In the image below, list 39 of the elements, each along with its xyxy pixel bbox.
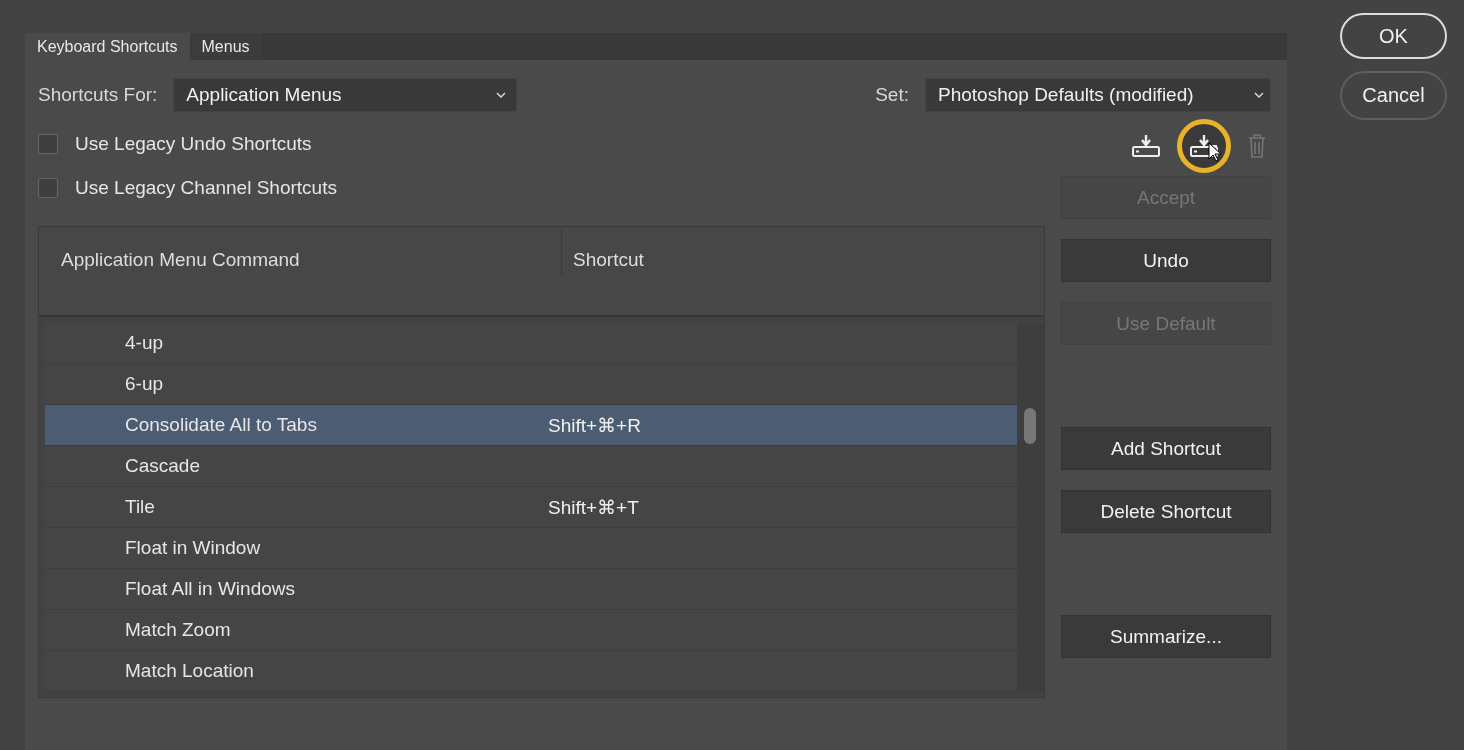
command-cell-text: Float All in Windows [124,578,296,600]
checkbox[interactable] [38,178,58,198]
command-cell-text: Match Location [124,660,255,682]
command-cell-text: Cascade [124,455,201,477]
shortcut-cell: Shift+⌘+T [548,495,639,519]
command-cell-text: Consolidate All to Tabs [124,414,318,436]
command-cell-text: Match Zoom [124,619,232,641]
chevron-down-icon [1254,92,1264,98]
command-cell-text: 6-up [124,373,165,395]
checkbox[interactable] [38,134,58,154]
command-cell-text: 4-up [124,332,165,354]
action-button[interactable]: Undo [1061,239,1271,282]
shortcut-cell: Shift+⌘+R [548,413,641,437]
action-button[interactable]: Summarize... [1061,615,1271,658]
action-button[interactable]: Delete Shortcut [1061,490,1271,533]
download-drive-icon [1131,133,1161,159]
tool-button[interactable] [1131,133,1161,159]
dialog-button[interactable]: OK [1340,13,1447,59]
column-header: Shortcut [572,248,644,272]
table-row[interactable]: Consolidate All to Tabs Shift+⌘+R [45,405,1017,446]
dialog-button[interactable]: Cancel [1340,71,1447,120]
action-button[interactable]: Add Shortcut [1061,427,1271,470]
set-dropdown[interactable]: Photoshop Defaults (modified) [925,78,1271,112]
shortcuts-for-dropdown[interactable]: Application Menus [173,78,518,112]
trash-icon [1247,133,1267,159]
checkbox-label: Use Legacy Undo Shortcuts [75,133,312,155]
command-cell-text: Float in Window [124,537,262,559]
column-header: Application Menu Command [39,227,562,275]
shortcuts-for-label: Shortcuts For: [38,84,158,106]
checkbox-label: Use Legacy Channel Shortcuts [75,177,337,199]
set-label: Set: [875,84,909,106]
download-drive-icon [1189,133,1219,159]
tab[interactable]: Keyboard Shortcuts [25,33,190,60]
scrollbar[interactable] [1017,323,1044,692]
tool-button[interactable] [1177,119,1231,173]
scrollbar-thumb[interactable] [1024,408,1036,444]
mouse-pointer-icon [1208,142,1222,162]
command-cell-text: Tile [124,496,156,518]
chevron-down-icon [496,92,507,98]
